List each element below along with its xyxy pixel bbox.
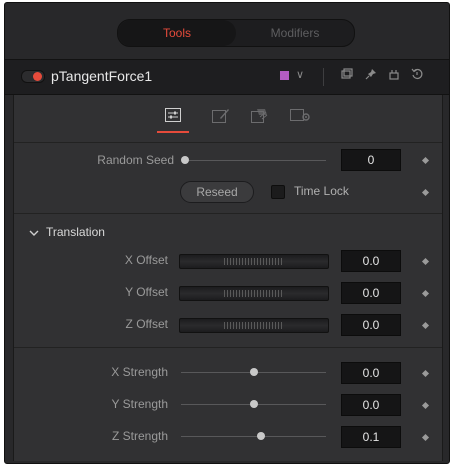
header-divider [323,68,324,86]
settings-tab[interactable] [290,105,310,125]
keyframe-diamond-icon[interactable] [421,321,430,330]
z-offset-thumbwheel[interactable] [179,318,329,333]
keyframe-diamond-icon[interactable] [421,401,430,410]
x-offset-thumbwheel[interactable] [179,254,329,269]
controls-tab[interactable] [163,105,183,125]
y-strength-label: Y Strength [111,397,168,411]
x-strength-slider-knob[interactable] [250,368,258,376]
z-strength-input[interactable]: 0.1 [341,426,401,448]
lock-icon[interactable] [386,68,402,83]
z-strength-slider-knob[interactable] [257,432,265,440]
z-offset-input[interactable]: 0.0 [341,314,401,336]
keyframe-diamond-icon[interactable] [421,289,430,298]
panel-divider [14,142,442,143]
y-offset-thumbwheel[interactable] [179,286,329,301]
inspector-tab-bar: Tools Modifiers [117,19,355,47]
keyframe-diamond-icon[interactable] [421,257,430,266]
tab-modifiers[interactable]: Modifiers [236,20,354,46]
region-icon [251,108,269,123]
settings-icon [290,108,310,122]
keyframe-diamond-icon[interactable] [421,369,430,378]
x-offset-label: X Offset [124,253,168,267]
reset-icon[interactable] [409,68,425,83]
tab-tools[interactable]: Tools [118,20,236,46]
panel-divider [14,213,442,214]
active-tab-indicator [157,131,189,133]
controls-icon [165,108,181,122]
style-tab[interactable] [211,105,231,125]
x-offset-input[interactable]: 0.0 [341,250,401,272]
y-offset-input[interactable]: 0.0 [341,282,401,304]
inspector-panel: Random Seed 0 Reseed Time Lock Translati… [13,95,443,461]
chevron-down-icon[interactable] [29,226,39,236]
region-tab[interactable] [250,105,270,125]
z-strength-slider-track[interactable] [181,436,326,437]
y-strength-slider-knob[interactable] [250,400,258,408]
inspector-window: Tools Modifiers pTangentForce1 ∨ Random … [4,2,450,464]
keyframe-diamond-icon[interactable] [421,188,430,197]
random-seed-label: Random Seed [97,153,174,167]
z-offset-label: Z Offset [125,317,168,331]
chevron-down-icon[interactable]: ∨ [296,68,304,81]
random-seed-input[interactable]: 0 [341,149,401,171]
reseed-button[interactable]: Reseed [180,181,254,203]
copy-icon[interactable] [339,68,355,83]
random-seed-slider-knob[interactable] [181,156,189,164]
y-strength-input[interactable]: 0.0 [341,394,401,416]
style-icon [212,108,230,123]
toggle-dot-icon [33,72,42,81]
translation-section-title[interactable]: Translation [46,225,105,239]
tool-name[interactable]: pTangentForce1 [51,68,152,84]
y-offset-label: Y Offset [125,285,168,299]
tool-color-swatch[interactable] [280,71,289,80]
time-lock-checkbox[interactable] [271,185,285,199]
tool-enable-toggle[interactable] [21,70,45,83]
x-strength-label: X Strength [111,365,168,379]
keyframe-diamond-icon[interactable] [421,433,430,442]
time-lock-label: Time Lock [294,184,349,198]
z-strength-label: Z Strength [111,429,168,443]
panel-divider [14,347,442,348]
keyframe-diamond-icon[interactable] [421,156,430,165]
tool-header: pTangentForce1 ∨ [5,59,449,95]
x-strength-input[interactable]: 0.0 [341,362,401,384]
random-seed-slider-track[interactable] [189,160,326,161]
pin-icon[interactable] [363,68,379,83]
